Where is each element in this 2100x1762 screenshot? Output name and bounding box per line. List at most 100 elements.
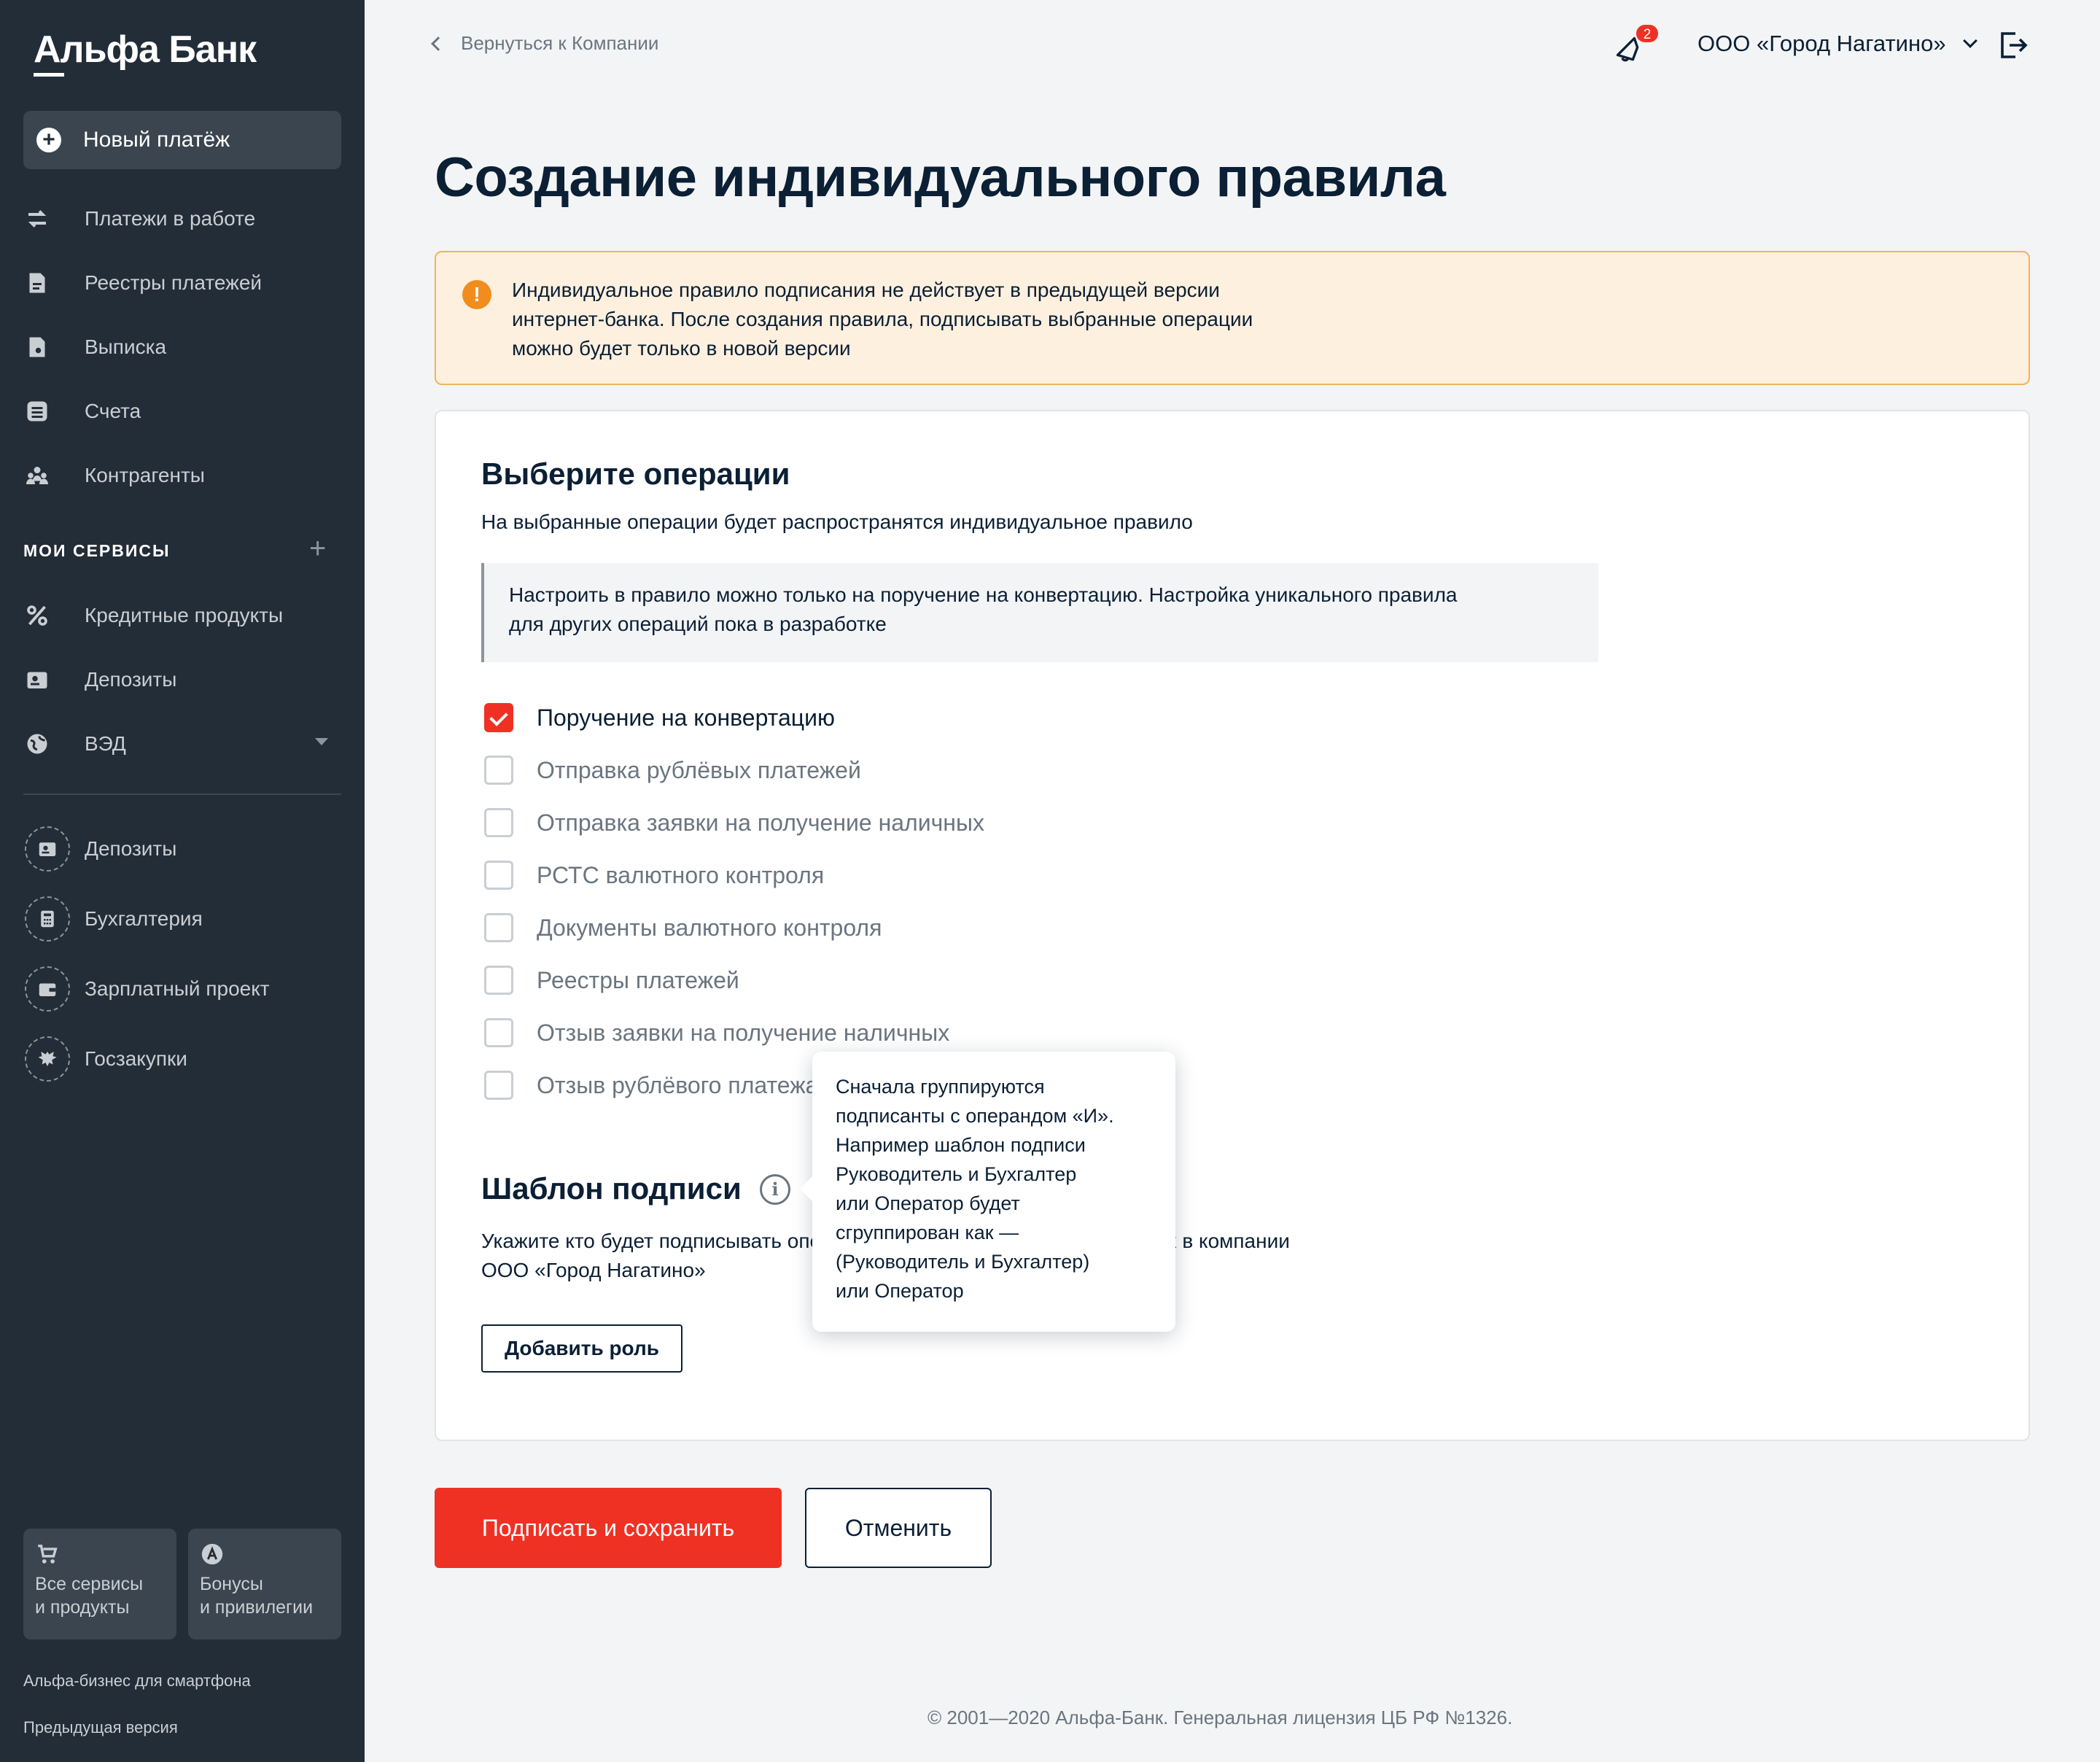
tile-line: Все сервисы — [35, 1574, 144, 1594]
info-tooltip: Сначала группируются подписанты с операн… — [812, 1052, 1175, 1332]
checkbox[interactable] — [484, 1071, 513, 1100]
add-role-button[interactable]: Добавить роль — [481, 1324, 682, 1373]
operation-checkbox-row[interactable]: Отправка рублёвых платежей — [484, 754, 861, 786]
logo-underline — [34, 73, 64, 77]
operation-checkbox-row[interactable]: Документы валютного контроля — [484, 912, 882, 944]
calculator-icon — [25, 896, 70, 942]
wallet-icon — [25, 966, 70, 1012]
sidebar-item-label: Депозиты — [85, 837, 177, 860]
my-services-title: МОИ СЕРВИСЫ — [23, 541, 171, 560]
all-services-tile[interactable]: Все сервисы и продукты — [23, 1529, 176, 1639]
bonuses-tile[interactable]: Бонусы и привилегии — [188, 1529, 341, 1639]
new-payment-label: Новый платёж — [83, 128, 230, 152]
warning-banner: ! Индивидуальное правило подписания не д… — [435, 251, 2030, 385]
deposit-icon — [23, 666, 51, 694]
tooltip-line: Руководитель и Бухгалтер — [836, 1163, 1077, 1185]
warning-text: Индивидуальное правило подписания не дей… — [512, 276, 1387, 363]
tooltip-line: или Оператор — [836, 1280, 964, 1302]
checkbox[interactable] — [484, 1018, 513, 1047]
exchange-icon — [23, 205, 51, 233]
tooltip-line: Например шаблон подписи — [836, 1134, 1086, 1156]
operation-checkbox-row[interactable]: Поручение на конвертацию — [484, 702, 835, 734]
sidebar-item-accounting[interactable]: Бухгалтерия — [23, 894, 341, 944]
chevron-down-icon — [1962, 34, 1978, 48]
tooltip-line: подписанты с операндом «И». — [836, 1105, 1114, 1127]
new-payment-button[interactable]: + Новый платёж — [23, 111, 341, 169]
cancel-button[interactable]: Отменить — [805, 1488, 992, 1568]
checkbox[interactable] — [484, 861, 513, 890]
cart-icon — [35, 1542, 60, 1567]
warning-line: можно будет только в новой версии — [512, 337, 851, 360]
tile-line: Бонусы — [200, 1574, 263, 1594]
notification-badge: 2 — [1635, 23, 1660, 44]
operation-checkbox-row[interactable]: Отзыв рублёвого платежа — [484, 1069, 818, 1101]
checkbox[interactable] — [484, 913, 513, 942]
bonus-a-icon — [200, 1542, 225, 1567]
operations-note: Настроить в правило можно только на пору… — [481, 563, 1598, 662]
mobile-app-link[interactable]: Альфа-бизнес для смартфона — [23, 1672, 251, 1691]
page-title: Создание индивидуального правила — [435, 147, 1446, 209]
sidebar-item-label: Реестры платежей — [85, 271, 262, 294]
operation-label: Отзыв рублёвого платежа — [537, 1071, 819, 1098]
tooltip-line: или Оператор будет — [836, 1192, 1020, 1214]
footer-copyright: © 2001—2020 Альфа-Банк. Генеральная лице… — [928, 1707, 1513, 1728]
sidebar-item-credit-products[interactable]: Кредитные продукты — [23, 594, 341, 637]
company-selector[interactable]: ООО «Город Нагатино» — [1698, 31, 1978, 57]
sidebar-item-label: Платежи в работе — [85, 207, 256, 230]
sidebar-item-deposits-offer[interactable]: Депозиты — [23, 824, 341, 874]
company-name: ООО «Город Нагатино» — [1698, 31, 1946, 56]
tooltip-line: сгруппирован как — — [836, 1222, 1019, 1243]
operation-label: Отправка рублёвых платежей — [537, 756, 861, 783]
checkbox[interactable] — [484, 756, 513, 785]
sign-and-save-button[interactable]: Подписать и сохранить — [435, 1488, 782, 1568]
back-link[interactable]: Вернуться к Компании — [431, 32, 659, 55]
sidebar-item-payments-in-progress[interactable]: Платежи в работе — [23, 197, 341, 241]
operation-label: Поручение на конвертацию — [537, 704, 835, 731]
rule-form-card: Выберите операции На выбранные операции … — [435, 410, 2030, 1441]
signature-template-title: Шаблон подписи — [481, 1171, 742, 1206]
sidebar-item-label: Бухгалтерия — [85, 907, 203, 930]
tooltip-line: Сначала группируются — [836, 1076, 1045, 1098]
sidebar-item-registries[interactable]: Реестры платежей — [23, 261, 341, 305]
checkbox[interactable] — [484, 808, 513, 837]
warning-icon: ! — [462, 280, 491, 309]
warning-line: Индивидуальное правило подписания не дей… — [512, 279, 1220, 301]
operation-label: Реестры платежей — [537, 966, 739, 993]
logout-icon[interactable] — [1995, 28, 2030, 63]
sidebar-item-label: Зарплатный проект — [85, 977, 270, 1000]
sidebar-item-contractors[interactable]: Контрагенты — [23, 454, 341, 497]
sidebar-item-accounts[interactable]: Счета — [23, 389, 341, 433]
warning-line: интернет-банка. После создания правила, … — [512, 308, 1253, 330]
note-line: для других операций пока в разработке — [509, 613, 887, 635]
previous-version-link[interactable]: Предыдущая версия — [23, 1718, 178, 1737]
chevron-left-icon — [431, 36, 446, 51]
operation-checkbox-row[interactable]: Отзыв заявки на получение наличных — [484, 1017, 949, 1049]
percent-icon — [23, 602, 51, 629]
checkbox-checked[interactable] — [484, 703, 513, 732]
alfa-bank-logo[interactable]: Альфа Банк — [34, 28, 257, 71]
checkbox[interactable] — [484, 966, 513, 995]
tooltip-line: (Руководитель и Бухгалтер) — [836, 1251, 1090, 1273]
sidebar-item-ved[interactable]: ВЭД — [23, 722, 341, 766]
operation-label: Отзыв заявки на получение наличных — [537, 1019, 950, 1046]
chevron-down-icon[interactable] — [315, 738, 328, 745]
statement-icon — [23, 333, 51, 361]
plus-circle-icon: + — [36, 128, 61, 152]
operation-checkbox-row[interactable]: РСТС валютного контроля — [484, 859, 824, 891]
sidebar-item-label: Выписка — [85, 335, 167, 358]
add-service-icon[interactable]: + — [309, 534, 326, 563]
sidebar-item-label: Госзакупки — [85, 1047, 187, 1070]
operation-checkbox-row[interactable]: Реестры платежей — [484, 964, 739, 996]
sidebar: Альфа Банк + Новый платёж Платежи в рабо… — [0, 0, 365, 1762]
sidebar-item-procurement[interactable]: Госзакупки — [23, 1034, 341, 1084]
accounts-icon — [23, 397, 51, 425]
contractors-icon — [23, 462, 51, 489]
tile-line: и продукты — [35, 1597, 130, 1618]
back-link-label: Вернуться к Компании — [461, 32, 659, 54]
globe-icon — [23, 730, 51, 758]
operation-checkbox-row[interactable]: Отправка заявки на получение наличных — [484, 807, 984, 839]
sidebar-item-statement[interactable]: Выписка — [23, 325, 341, 369]
sidebar-item-deposits[interactable]: Депозиты — [23, 658, 341, 702]
sidebar-item-salary-project[interactable]: Зарплатный проект — [23, 964, 341, 1014]
info-icon[interactable]: i — [760, 1174, 790, 1205]
